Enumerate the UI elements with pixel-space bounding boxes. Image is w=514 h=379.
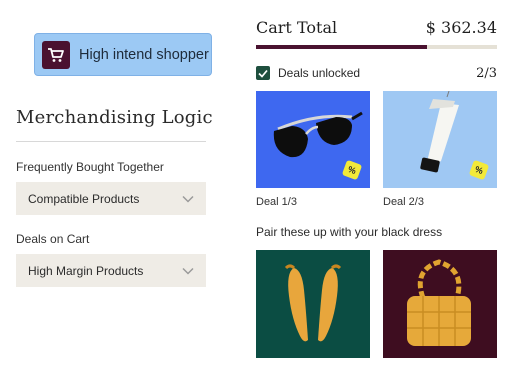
deals-count: 2/3: [476, 65, 497, 81]
shopper-segment-label: High intend shopper: [79, 46, 209, 63]
shopping-cart-icon: [42, 40, 70, 69]
cart-progress-fill: [256, 45, 428, 49]
deals-on-cart-label: Deals on Cart: [16, 232, 90, 246]
deals-unlocked-label: Deals unlocked: [278, 66, 361, 80]
deals-unlocked-checkbox[interactable]: [256, 66, 270, 80]
cart-total-amount: $ 362.34: [425, 18, 497, 37]
chevron-down-icon: [182, 264, 194, 278]
deals-on-cart-select[interactable]: High Margin Products: [16, 254, 206, 287]
yellow-quilted-bag-image: [407, 259, 471, 346]
deal-tile-sunglasses[interactable]: %: [256, 91, 370, 188]
deal-caption-2: Deal 2/3: [383, 196, 424, 208]
deal-tile-lotion[interactable]: %: [383, 91, 497, 188]
deals-unlocked-row: Deals unlocked 2/3: [256, 65, 497, 81]
yellow-heels-image: [284, 264, 342, 342]
cart-total-title: Cart Total: [256, 18, 338, 37]
product-tile-heels[interactable]: [256, 250, 370, 358]
chevron-down-icon: [182, 192, 194, 206]
section-divider: [16, 141, 206, 142]
deals-on-cart-select-value: High Margin Products: [28, 263, 144, 278]
product-tile-bag[interactable]: [383, 250, 497, 358]
fbt-label: Frequently Bought Together: [16, 160, 164, 174]
merchandising-title: Merchandising Logic: [16, 107, 213, 128]
pairing-title: Pair these up with your black dress: [256, 225, 443, 239]
deal-caption-1: Deal 1/3: [256, 196, 297, 208]
fbt-select-value: Compatible Products: [28, 191, 140, 206]
fbt-select[interactable]: Compatible Products: [16, 182, 206, 215]
shopper-segment-chip[interactable]: High intend shopper: [34, 33, 212, 76]
cart-progress-bar: [256, 45, 497, 49]
